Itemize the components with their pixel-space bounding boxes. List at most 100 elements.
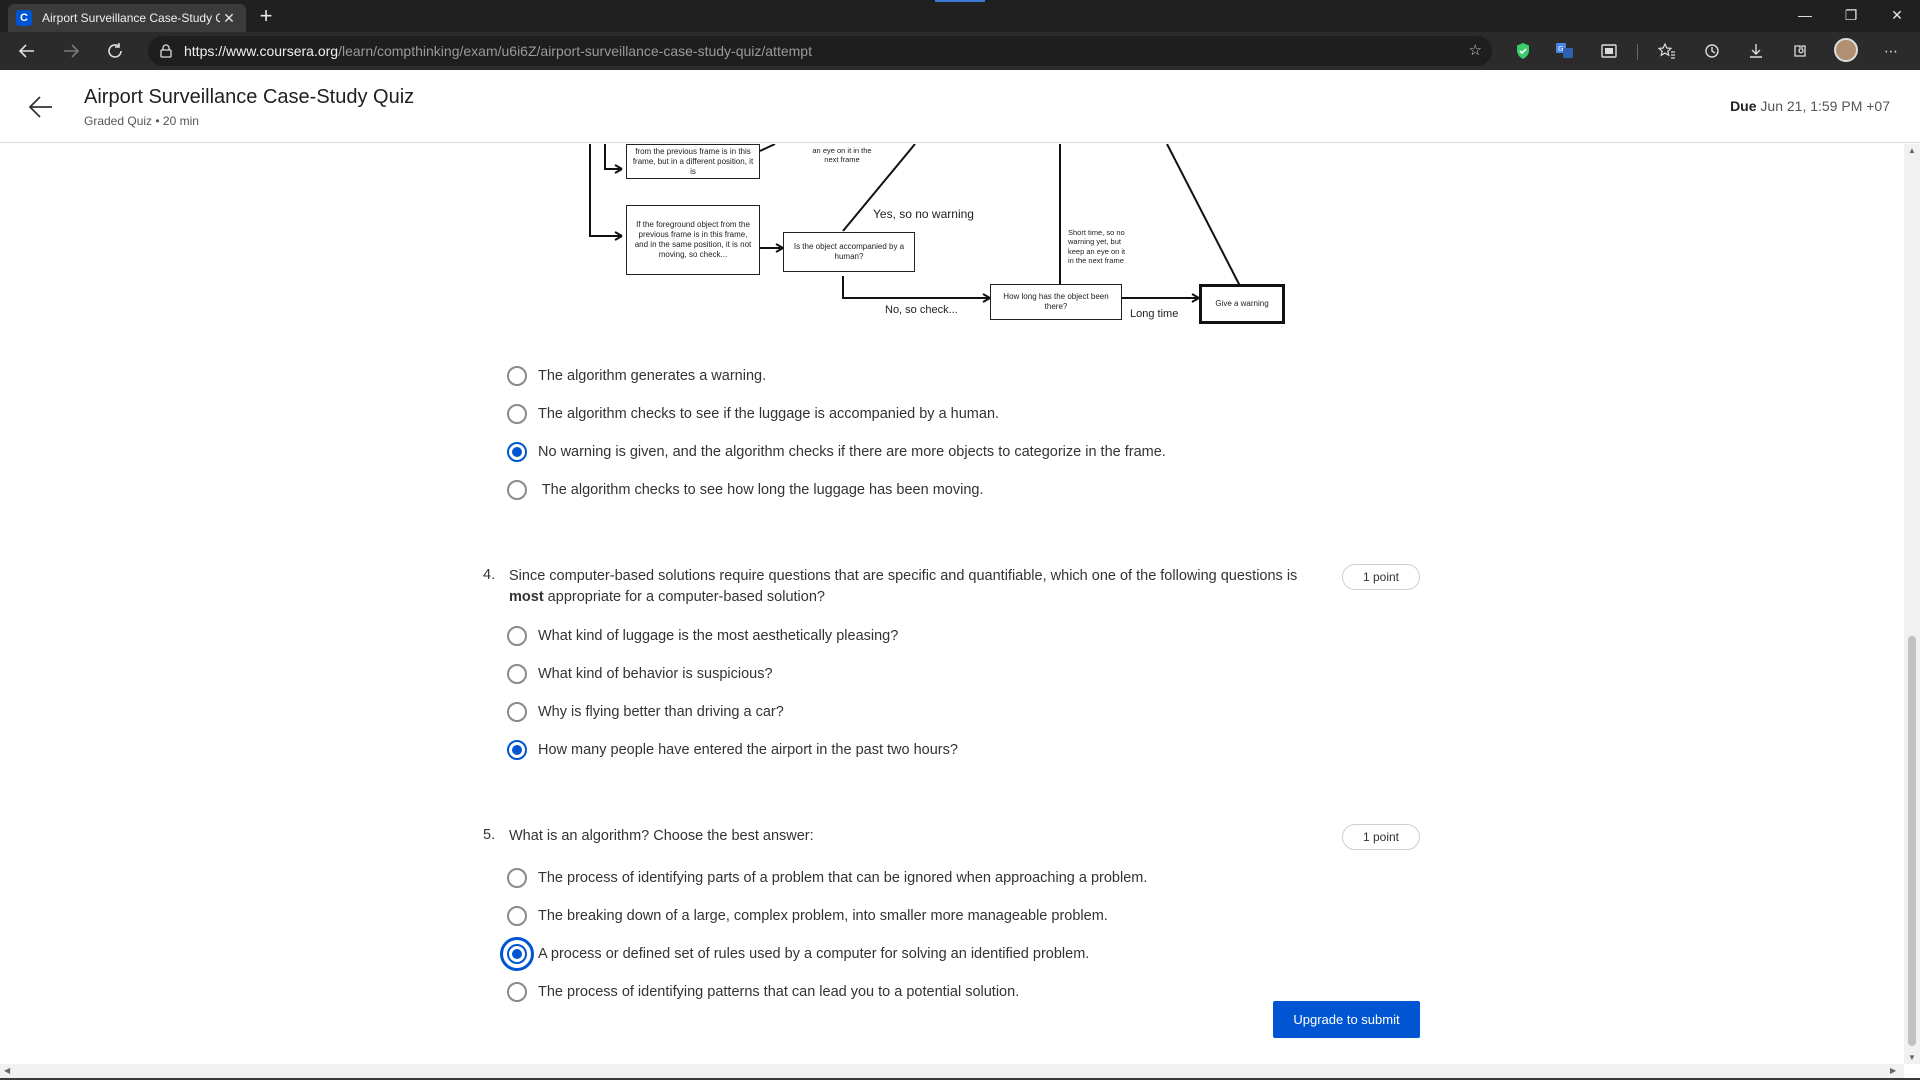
- q5-radio-3-selected[interactable]: [500, 937, 534, 971]
- flow-box-prev-same: If the foreground object from the previo…: [626, 205, 760, 275]
- quiz-content: from the previous frame is in this frame…: [0, 144, 1904, 1064]
- extensions-icon[interactable]: [1789, 40, 1811, 62]
- q5-option-1[interactable]: The process of identifying parts of a pr…: [507, 866, 1147, 890]
- radio-dot: [512, 447, 522, 457]
- flow-note-short-time: Short time, so no warning yet, but keep …: [1068, 228, 1126, 266]
- favorite-add-icon[interactable]: ☆: [1469, 41, 1482, 59]
- q3-option-2[interactable]: The algorithm checks to see if the lugga…: [507, 402, 999, 426]
- flow-label-yes-no-warning: Yes, so no warning: [873, 207, 974, 221]
- scrollbar-thumb[interactable]: [1908, 636, 1916, 1046]
- scroll-up-icon[interactable]: ▲: [1904, 146, 1920, 155]
- q5-option-2[interactable]: The breaking down of a large, complex pr…: [507, 904, 1108, 928]
- q4-radio-3[interactable]: [507, 702, 527, 722]
- scroll-right-icon[interactable]: ▶: [1890, 1066, 1896, 1075]
- address-bar[interactable]: https://www.coursera.org/learn/compthink…: [148, 36, 1492, 66]
- minimize-button[interactable]: —: [1782, 0, 1828, 30]
- q5-points-badge: 1 point: [1342, 824, 1420, 850]
- flow-box-how-long: How long has the object been there?: [990, 284, 1122, 320]
- forward-button[interactable]: [56, 36, 86, 66]
- browser-titlebar: C Airport Surveillance Case-Study Quiz |…: [0, 0, 1920, 32]
- url-text[interactable]: https://www.coursera.org/learn/compthink…: [184, 43, 812, 59]
- q5-prompt: What is an algorithm? Choose the best an…: [509, 828, 814, 844]
- q5-option-3[interactable]: A process or defined set of rules used b…: [500, 937, 1090, 971]
- due-label: Due: [1730, 98, 1757, 114]
- url-path: /learn/compthinking/exam/u6i6Z/airport-s…: [338, 43, 812, 59]
- q4-option-4[interactable]: How many people have entered the airport…: [507, 738, 958, 762]
- screen-extension-icon[interactable]: [1598, 40, 1620, 62]
- q4-option-label: Why is flying better than driving a car?: [538, 704, 784, 720]
- radio-dot: [512, 949, 522, 959]
- favorites-icon[interactable]: [1656, 40, 1678, 62]
- q4-radio-1[interactable]: [507, 626, 527, 646]
- svg-text:G: G: [1558, 45, 1563, 53]
- q3-option-label: No warning is given, and the algorithm c…: [538, 444, 1166, 460]
- quiz-subtitle: Graded Quiz • 20 min: [84, 114, 199, 128]
- horizontal-scrollbar[interactable]: ◀ ▶: [0, 1064, 1904, 1078]
- scroll-left-icon[interactable]: ◀: [4, 1066, 10, 1075]
- lock-icon[interactable]: [158, 43, 174, 59]
- tab-close-icon[interactable]: ✕: [220, 10, 238, 27]
- tab-indicator: [935, 0, 985, 2]
- q3-option-label: The algorithm generates a warning.: [538, 368, 767, 384]
- toolbar-divider: [1637, 44, 1638, 60]
- history-icon[interactable]: [1701, 40, 1723, 62]
- q4-radio-4-selected[interactable]: [507, 740, 527, 760]
- q3-option-3[interactable]: No warning is given, and the algorithm c…: [507, 440, 1166, 464]
- flow-note-eye-next: an eye on it in the next frame: [812, 146, 872, 165]
- flow-box-give-warning: Give a warning: [1199, 284, 1285, 324]
- browser-toolbar: https://www.coursera.org/learn/compthink…: [0, 32, 1920, 70]
- q4-option-label: How many people have entered the airport…: [538, 742, 958, 758]
- close-window-button[interactable]: ✕: [1874, 0, 1920, 30]
- q4-option-1[interactable]: What kind of luggage is the most aesthet…: [507, 624, 898, 648]
- q5-option-4[interactable]: The process of identifying patterns that…: [507, 980, 1019, 1004]
- new-tab-button[interactable]: +: [254, 4, 278, 28]
- q3-radio-1[interactable]: [507, 366, 527, 386]
- url-prefix: https://: [184, 43, 227, 59]
- url-host: www.coursera.org: [226, 43, 339, 59]
- flow-label-long-time: Long time: [1130, 308, 1179, 320]
- page-title: Airport Surveillance Case-Study Quiz: [84, 86, 415, 108]
- q3-option-4[interactable]: The algorithm checks to see how long the…: [507, 478, 984, 502]
- q5-radio-1[interactable]: [507, 868, 527, 888]
- browser-tab-active[interactable]: C Airport Surveillance Case-Study Quiz |…: [8, 4, 246, 32]
- q4-number: 4.: [483, 567, 496, 583]
- q3-option-label: The algorithm checks to see if the lugga…: [538, 406, 1000, 422]
- q5-radio-2[interactable]: [507, 906, 527, 926]
- upgrade-to-submit-button[interactable]: Upgrade to submit: [1273, 1001, 1420, 1038]
- q3-radio-3-selected[interactable]: [507, 442, 527, 462]
- q3-radio-2[interactable]: [507, 404, 527, 424]
- q3-radio-4[interactable]: [507, 480, 527, 500]
- back-to-course-arrow-icon[interactable]: [28, 94, 54, 120]
- download-icon[interactable]: [1745, 40, 1767, 62]
- profile-avatar[interactable]: [1834, 38, 1858, 62]
- q5-option-label: A process or defined set of rules used b…: [538, 946, 1090, 962]
- q4-radio-2[interactable]: [507, 664, 527, 684]
- q4-option-3[interactable]: Why is flying better than driving a car?: [507, 700, 784, 724]
- q3-option-label: The algorithm checks to see how long the…: [538, 482, 984, 498]
- flow-box-accompanied: Is the object accompanied by a human?: [783, 232, 915, 272]
- radio-dot: [512, 745, 522, 755]
- forward-arrow-icon: [64, 44, 80, 58]
- q3-option-1[interactable]: The algorithm generates a warning.: [507, 364, 766, 388]
- q5-radio-4[interactable]: [507, 982, 527, 1002]
- q4-text-after: appropriate for a computer-based solutio…: [543, 589, 825, 605]
- q4-option-label: What kind of luggage is the most aesthet…: [538, 628, 899, 644]
- scroll-down-icon[interactable]: ▼: [1904, 1053, 1920, 1062]
- q5-option-label: The process of identifying patterns that…: [538, 984, 1020, 1000]
- more-icon[interactable]: ⋯: [1880, 40, 1902, 62]
- q4-prompt: Since computer-based solutions require q…: [509, 566, 1309, 608]
- q5-option-label: The breaking down of a large, complex pr…: [538, 908, 1108, 924]
- translate-extension-icon[interactable]: G: [1554, 40, 1576, 62]
- q4-option-label: What kind of behavior is suspicious?: [538, 666, 773, 682]
- back-arrow-icon: [18, 44, 34, 58]
- vertical-scrollbar[interactable]: ▲ ▼: [1904, 144, 1920, 1064]
- restore-button[interactable]: ❐: [1828, 0, 1874, 30]
- q5-option-label: The process of identifying parts of a pr…: [538, 870, 1148, 886]
- shield-extension-icon[interactable]: [1512, 40, 1534, 62]
- refresh-button[interactable]: [100, 36, 130, 66]
- q4-option-2[interactable]: What kind of behavior is suspicious?: [507, 662, 773, 686]
- back-button[interactable]: [12, 36, 42, 66]
- coursera-favicon-icon: C: [16, 10, 32, 26]
- flow-box-prev-moved: from the previous frame is in this frame…: [626, 144, 760, 179]
- due-date: Due Jun 21, 1:59 PM +07: [1730, 98, 1890, 114]
